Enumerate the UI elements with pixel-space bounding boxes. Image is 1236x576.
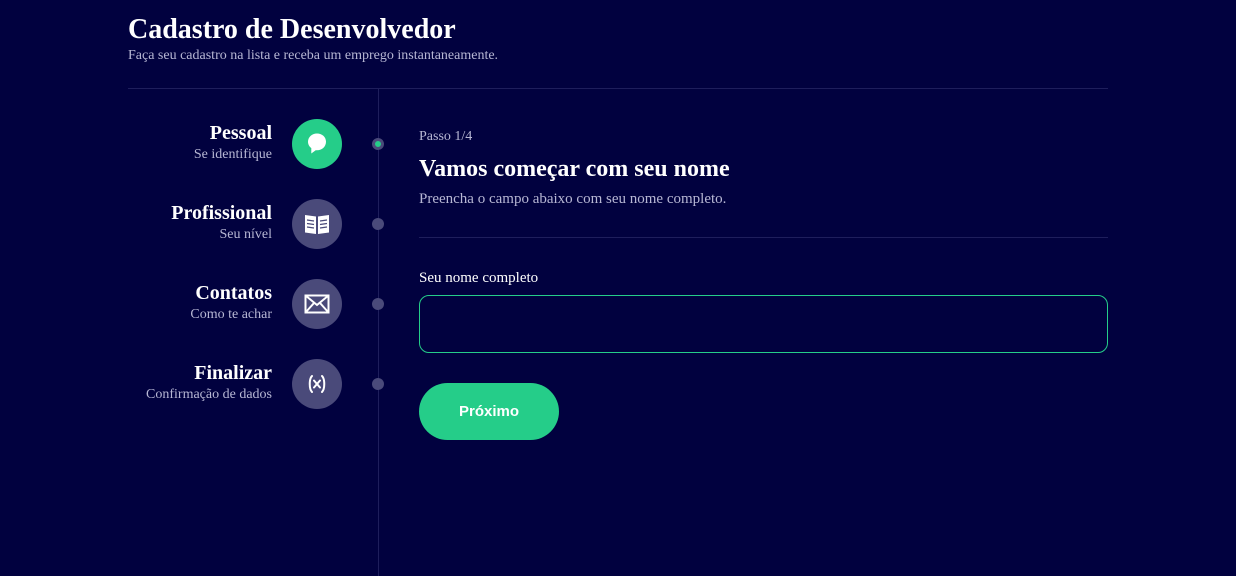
- step-title: Finalizar: [194, 362, 272, 384]
- step-finalizar[interactable]: Finalizar Confirmação de dados: [128, 359, 388, 409]
- mail-icon[interactable]: [292, 279, 342, 329]
- step-title: Profissional: [171, 202, 272, 224]
- page-header: Cadastro de Desenvolvedor Faça seu cadas…: [128, 12, 1108, 64]
- full-name-input[interactable]: [419, 295, 1108, 353]
- step-text: Profissional Seu nível: [171, 201, 272, 245]
- book-icon[interactable]: [292, 199, 342, 249]
- step-counter: Passo 1/4: [419, 129, 473, 144]
- step-description: Preencha o campo abaixo com seu nome com…: [419, 191, 727, 207]
- step-content: Passo 1/4 Vamos começar com seu nome Pre…: [419, 128, 1108, 440]
- page-title: Cadastro de Desenvolvedor: [128, 14, 456, 45]
- step-indicator-dot: [372, 378, 384, 390]
- step-text: Pessoal Se identifique: [194, 121, 272, 165]
- step-profissional[interactable]: Profissional Seu nível: [128, 199, 388, 249]
- content-divider: [419, 237, 1108, 238]
- step-heading: Vamos começar com seu nome: [419, 156, 730, 182]
- page-subtitle: Faça seu cadastro na lista e receba um e…: [128, 48, 499, 63]
- step-subtitle: Se identifique: [193, 147, 272, 162]
- step-text: Finalizar Confirmação de dados: [146, 361, 272, 405]
- step-subtitle: Como te achar: [190, 307, 272, 322]
- step-indicator-dot: [372, 298, 384, 310]
- next-button[interactable]: Próximo: [419, 383, 559, 440]
- step-title: Pessoal: [209, 122, 272, 144]
- step-subtitle: Confirmação de dados: [146, 387, 272, 402]
- registration-page: Cadastro de Desenvolvedor Faça seu cadas…: [0, 0, 1236, 576]
- step-title: Contatos: [195, 282, 272, 304]
- name-field-label: Seu nome completo: [419, 270, 539, 286]
- step-text: Contatos Como te achar: [190, 281, 272, 325]
- step-indicator-dot: [372, 138, 384, 150]
- step-indicator-dot: [372, 218, 384, 230]
- step-pessoal[interactable]: Pessoal Se identifique: [128, 119, 388, 169]
- user-bubble-icon[interactable]: [292, 119, 342, 169]
- variable-icon[interactable]: [292, 359, 342, 409]
- header-divider: [128, 88, 1108, 89]
- step-contatos[interactable]: Contatos Como te achar: [128, 279, 388, 329]
- step-subtitle: Seu nível: [219, 227, 273, 242]
